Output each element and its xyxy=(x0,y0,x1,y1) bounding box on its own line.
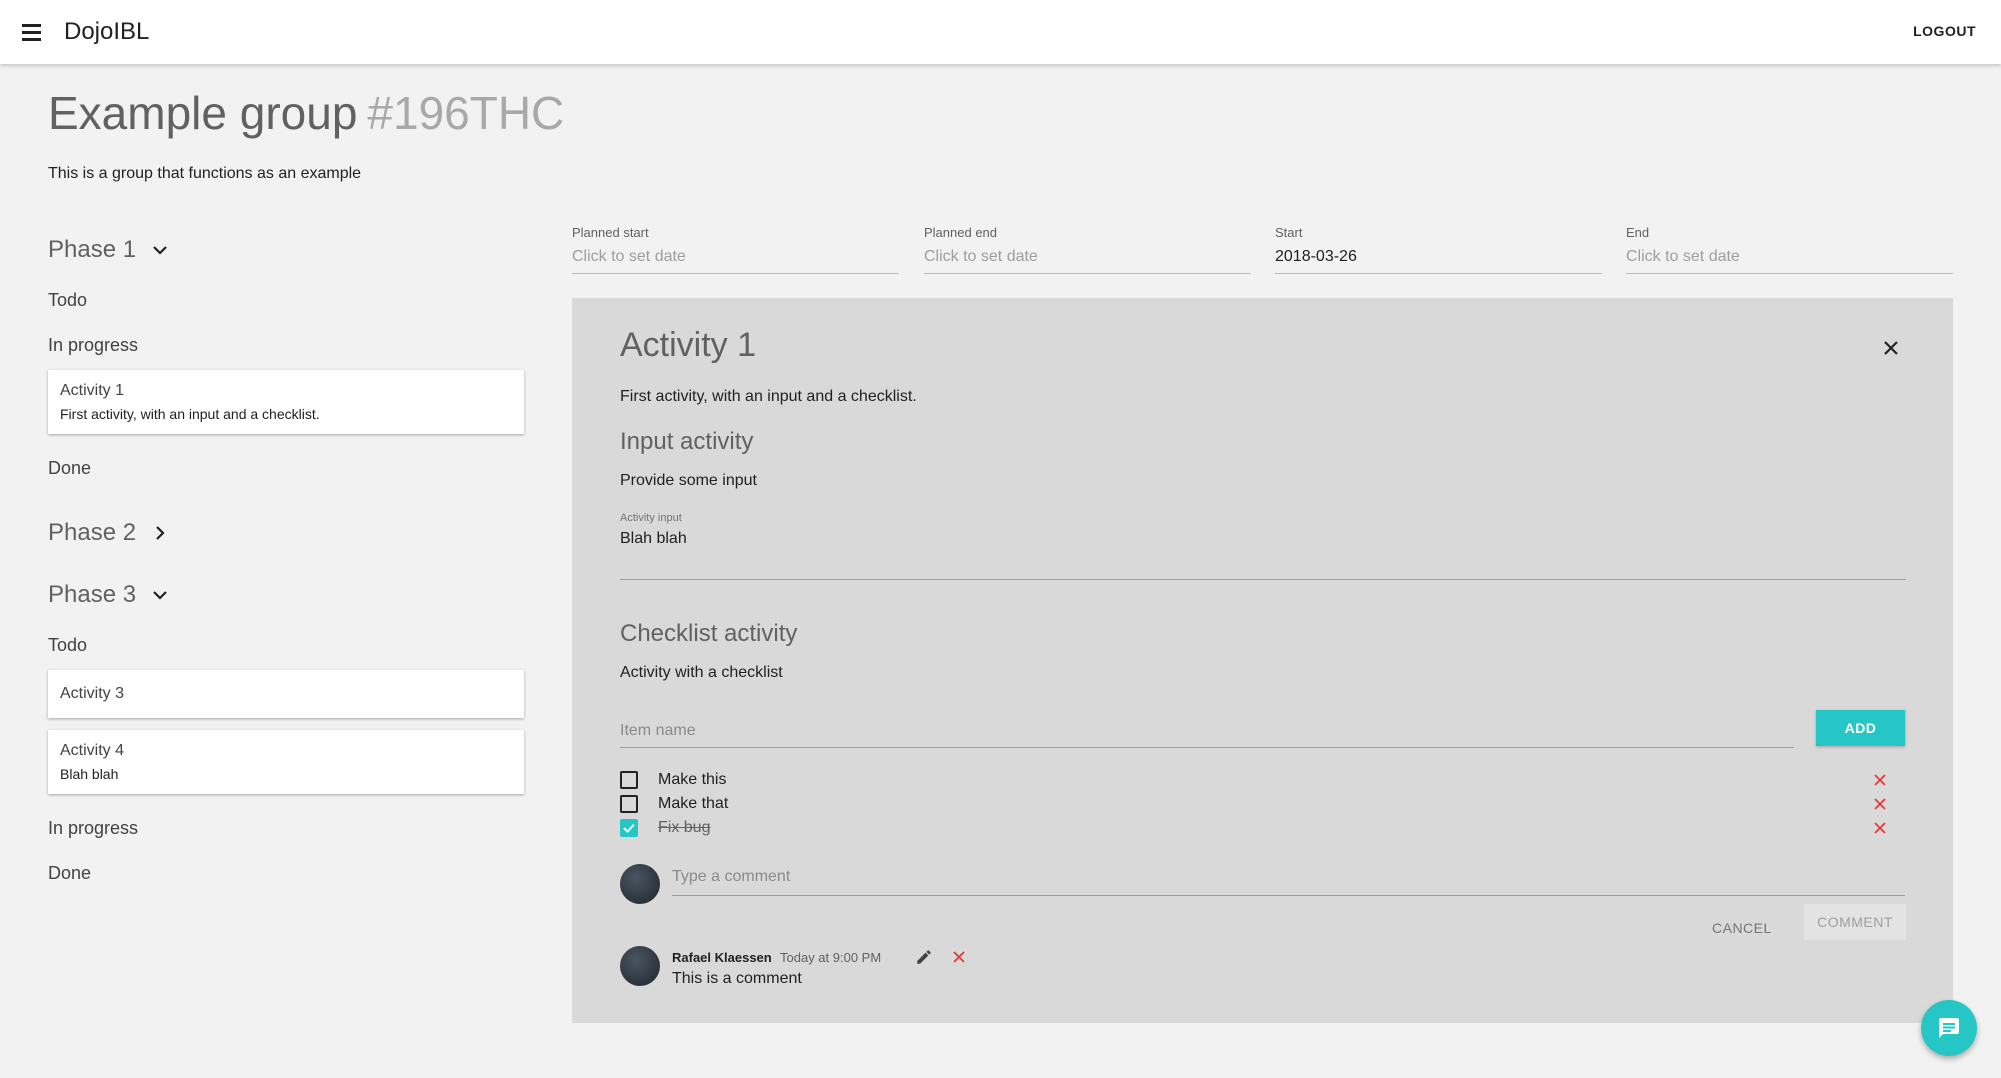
logout-button[interactable]: LOGOUT xyxy=(1913,23,1976,39)
card-description: Blah blah xyxy=(60,766,119,782)
card-title: Activity 4 xyxy=(60,742,125,759)
phase-name: Phase 3 xyxy=(48,581,137,608)
checklist-item-text: Make that xyxy=(658,795,729,812)
field-value: Click to set date xyxy=(924,248,1038,265)
field-value: Click to set date xyxy=(572,248,686,265)
status-done: Done xyxy=(48,458,92,478)
delete-icon[interactable] xyxy=(1872,796,1888,812)
field-value: Click to set date xyxy=(1626,248,1740,265)
group-description: This is a group that functions as an exa… xyxy=(48,165,362,182)
delete-icon[interactable] xyxy=(1872,820,1888,836)
activity-panel: Activity 1 First activity, with an input… xyxy=(572,298,1953,1023)
phase-3-header[interactable]: Phase 3 xyxy=(48,575,524,615)
chat-button[interactable] xyxy=(1921,1000,1977,1056)
status-in-progress: In progress xyxy=(48,335,139,355)
planned-end-field[interactable]: Planned end Click to set date xyxy=(924,225,1251,274)
app-title: DojoIBL xyxy=(64,18,150,45)
app-bar: DojoIBL LOGOUT xyxy=(0,0,2001,64)
page-title: Example group #196THC xyxy=(48,86,564,140)
field-label: Planned start xyxy=(572,225,649,240)
start-date-field[interactable]: Start 2018-03-26 xyxy=(1275,225,1602,274)
chat-icon xyxy=(1939,1018,1959,1038)
chevron-down-icon[interactable] xyxy=(150,240,170,260)
activity-input[interactable]: Blah blah xyxy=(620,530,1906,580)
activity-description: First activity, with an input and a chec… xyxy=(620,388,917,405)
delete-icon[interactable] xyxy=(1872,772,1888,788)
planned-start-field[interactable]: Planned start Click to set date xyxy=(572,225,899,274)
input-section-title: Input activity xyxy=(620,428,754,455)
checklist-item: Fix bug xyxy=(620,817,1906,839)
phase-list: Phase 1 Todo In progress Activity 1 Firs… xyxy=(48,230,524,896)
group-name: Example group xyxy=(48,87,358,139)
phase-name: Phase 2 xyxy=(48,519,137,546)
activity-card-3[interactable]: Activity 3 xyxy=(48,670,524,718)
checklist-item-text: Make this xyxy=(658,771,727,788)
card-title: Activity 1 xyxy=(60,382,125,399)
cancel-button[interactable]: CANCEL xyxy=(1712,920,1772,936)
checklist-section-description: Activity with a checklist xyxy=(620,664,783,681)
chevron-right-icon[interactable] xyxy=(150,523,170,543)
checkbox[interactable] xyxy=(620,771,638,789)
status-todo: Todo xyxy=(48,635,88,655)
comment-timestamp: Today at 9:00 PM xyxy=(780,950,882,965)
field-label: Start xyxy=(1275,225,1303,240)
card-title: Activity 3 xyxy=(60,685,125,702)
activity-card-1[interactable]: Activity 1 First activity, with an input… xyxy=(48,370,524,434)
activity-card-4[interactable]: Activity 4 Blah blah xyxy=(48,730,524,794)
phase-2-header[interactable]: Phase 2 xyxy=(48,513,524,553)
checkbox-checked[interactable] xyxy=(620,819,638,837)
chevron-down-icon[interactable] xyxy=(150,585,170,605)
comment-text: This is a comment xyxy=(672,970,802,987)
checkbox[interactable] xyxy=(620,795,638,813)
checklist-item: Make that xyxy=(620,793,1906,815)
checklist-item-text: Fix bug xyxy=(658,819,711,836)
item-name-input[interactable]: Item name xyxy=(620,718,1794,748)
avatar xyxy=(620,946,660,986)
status-in-progress: In progress xyxy=(48,818,139,838)
menu-icon[interactable] xyxy=(20,20,44,44)
phase-1-header[interactable]: Phase 1 xyxy=(48,230,524,270)
input-section-description: Provide some input xyxy=(620,472,757,489)
pencil-icon[interactable] xyxy=(915,948,933,966)
comment-author: Rafael Klaessen xyxy=(672,950,772,965)
comment-input[interactable]: Type a comment xyxy=(672,866,1905,896)
activity-title: Activity 1 xyxy=(620,326,757,364)
checklist-item: Make this xyxy=(620,769,1906,791)
phase-name: Phase 1 xyxy=(48,236,137,263)
field-label: Planned end xyxy=(924,225,998,240)
field-value: 2018-03-26 xyxy=(1275,248,1357,265)
status-todo: Todo xyxy=(48,290,88,310)
checklist-section-title: Checklist activity xyxy=(620,620,798,647)
end-date-field[interactable]: End Click to set date xyxy=(1626,225,1953,274)
field-label: End xyxy=(1626,225,1650,240)
avatar xyxy=(620,864,660,904)
close-icon[interactable] xyxy=(1879,336,1903,360)
card-description: First activity, with an input and a chec… xyxy=(60,406,320,422)
group-code: #196THC xyxy=(367,87,565,139)
status-done: Done xyxy=(48,863,92,883)
delete-icon[interactable] xyxy=(952,950,966,964)
add-item-button[interactable]: ADD xyxy=(1816,710,1905,746)
activity-input-label: Activity input xyxy=(620,512,682,524)
comment-button[interactable]: COMMENT xyxy=(1804,904,1906,940)
